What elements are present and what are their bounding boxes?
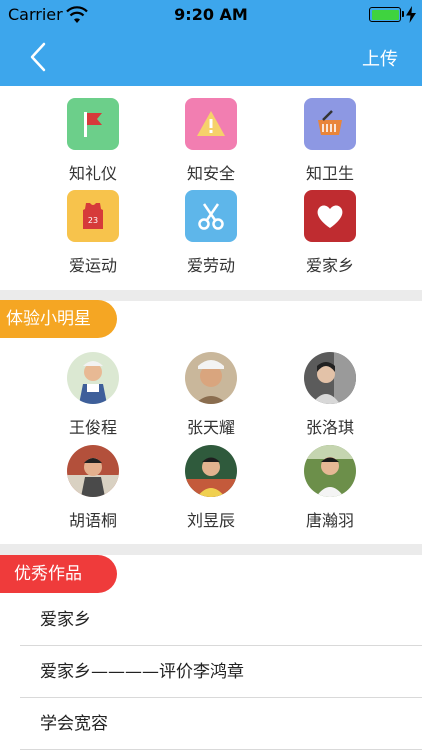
- category-sports[interactable]: 23 爱运动: [33, 190, 153, 276]
- category-label: 爱运动: [68, 256, 117, 275]
- jersey-icon: 23: [67, 190, 119, 242]
- category-etiquette[interactable]: 知礼仪: [33, 98, 153, 184]
- nav-header: Carrier 9:20 AM 上传: [0, 0, 422, 86]
- avatar: [67, 352, 119, 404]
- star-name: 胡语桐: [68, 511, 117, 530]
- heart-icon: [304, 190, 356, 242]
- star-person[interactable]: 张天耀: [151, 352, 271, 438]
- category-hygiene[interactable]: 知卫生: [270, 98, 390, 184]
- avatar: [185, 352, 237, 404]
- category-label: 爱劳动: [186, 256, 235, 275]
- basket-icon: [304, 98, 356, 150]
- back-arrow-icon[interactable]: [28, 42, 52, 72]
- star-name: 刘昱辰: [186, 511, 235, 530]
- category-hometown[interactable]: 爱家乡: [270, 190, 390, 276]
- svg-text:23: 23: [88, 216, 98, 225]
- avatar: [185, 445, 237, 497]
- status-bar: Carrier 9:20 AM: [0, 0, 422, 30]
- work-item[interactable]: 学会宽容: [20, 699, 422, 750]
- category-label: 知礼仪: [68, 164, 117, 183]
- warning-icon: [185, 98, 237, 150]
- status-time: 9:20 AM: [174, 5, 248, 24]
- avatar: [304, 445, 356, 497]
- works-section-tag: 优秀作品: [0, 555, 117, 593]
- star-person[interactable]: 张洛琪: [270, 352, 390, 438]
- battery-icon: [369, 7, 401, 22]
- category-safety[interactable]: 知安全: [151, 98, 271, 184]
- star-name: 张天耀: [186, 418, 235, 437]
- star-name: 唐瀚羽: [305, 511, 354, 530]
- category-label: 知安全: [186, 164, 235, 183]
- star-person[interactable]: 王俊程: [33, 352, 153, 438]
- star-name: 王俊程: [68, 418, 117, 437]
- star-name: 张洛琪: [305, 418, 354, 437]
- section-divider: [0, 544, 422, 555]
- category-label: 爱家乡: [305, 256, 354, 275]
- avatar: [304, 352, 356, 404]
- star-person[interactable]: 胡语桐: [33, 445, 153, 531]
- avatar: [67, 445, 119, 497]
- work-item[interactable]: 爱家乡————评价李鸿章: [20, 647, 422, 698]
- charging-bolt-icon: [406, 6, 416, 23]
- scissors-icon: [185, 190, 237, 242]
- screen: Carrier 9:20 AM 上传 知礼仪 知安全 知卫生 23 爱运动 爱劳…: [0, 0, 422, 750]
- star-section-tag: 体验小明星: [0, 300, 117, 338]
- flag-icon: [67, 98, 119, 150]
- star-person[interactable]: 唐瀚羽: [270, 445, 390, 531]
- battery-cap: [402, 11, 404, 17]
- star-person[interactable]: 刘昱辰: [151, 445, 271, 531]
- category-label: 知卫生: [305, 164, 354, 183]
- upload-button[interactable]: 上传: [362, 45, 398, 71]
- category-labor[interactable]: 爱劳动: [151, 190, 271, 276]
- work-item[interactable]: 爱家乡: [20, 595, 422, 646]
